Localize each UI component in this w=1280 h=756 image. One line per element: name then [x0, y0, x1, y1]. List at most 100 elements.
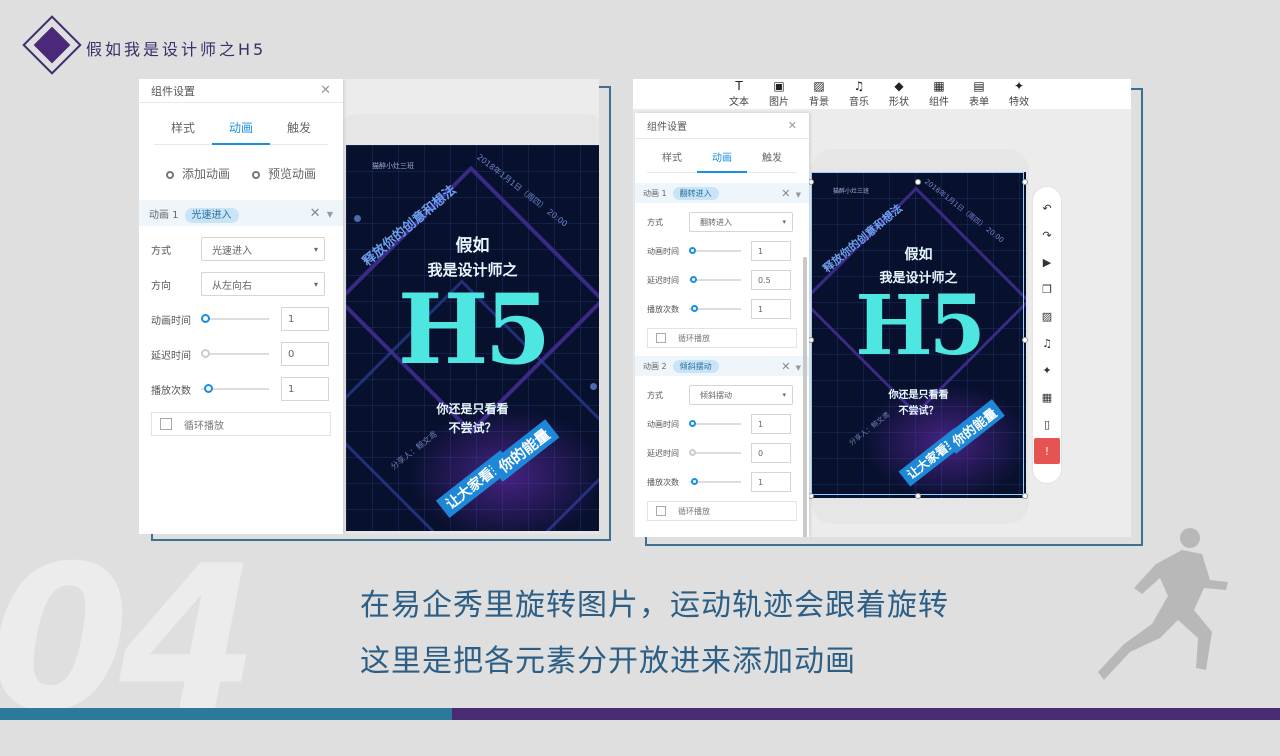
mode-value: 光速进入 — [212, 245, 252, 257]
delay-input[interactable]: 0 — [751, 443, 791, 463]
resize-handle[interactable] — [1022, 337, 1028, 343]
count-slider[interactable] — [689, 476, 741, 488]
toolbar-component-label: 组件 — [929, 97, 949, 108]
collapse-icon[interactable]: ▼ — [327, 210, 333, 219]
mode-row: 方式 倾斜摆动 ▾ — [635, 385, 809, 405]
delay-slider[interactable] — [201, 348, 269, 360]
duration-slider[interactable] — [689, 418, 741, 430]
count-label: 播放次数 — [151, 385, 191, 397]
alert-icon[interactable]: ! — [1034, 438, 1060, 464]
phone-icon[interactable]: ▯ — [1033, 411, 1061, 438]
poster-h5: H5 — [397, 273, 552, 386]
duration-slider[interactable] — [201, 313, 269, 325]
mode-select[interactable]: 倾斜摆动 ▾ — [689, 385, 793, 405]
delay-slider[interactable] — [689, 274, 741, 286]
duration-input[interactable]: 1 — [751, 241, 791, 261]
redo-icon[interactable]: ↷ — [1033, 222, 1061, 249]
count-label: 播放次数 — [647, 304, 679, 314]
remove-animation-icon[interactable]: ✕ — [781, 187, 790, 200]
remove-animation-icon[interactable]: ✕ — [310, 206, 321, 221]
resize-handle[interactable] — [915, 493, 921, 499]
count-row: 播放次数 1 — [635, 472, 809, 492]
loop-label: 循环播放 — [184, 420, 224, 432]
background-icon[interactable]: ▨ — [1033, 303, 1061, 330]
effects-icon: ✦ — [1013, 79, 1025, 93]
tab-style[interactable]: 样式 — [647, 149, 697, 173]
mode-select[interactable]: 光速进入 ▾ — [201, 237, 325, 261]
effects-icon[interactable]: ✦ — [1033, 357, 1061, 384]
resize-handle[interactable] — [1022, 493, 1028, 499]
close-icon[interactable]: ✕ — [320, 83, 331, 98]
delay-input[interactable]: 0 — [281, 342, 329, 366]
undo-icon[interactable]: ↶ — [1033, 195, 1061, 222]
chevron-down-icon: ▾ — [313, 279, 318, 289]
count-slider[interactable] — [201, 383, 269, 395]
poster-dot — [590, 383, 597, 390]
mode-value: 倾斜摆动 — [700, 390, 732, 400]
tab-trigger[interactable]: 触发 — [270, 119, 328, 145]
loop-checkbox[interactable]: 循环播放 — [151, 412, 331, 436]
count-input[interactable]: 1 — [751, 472, 791, 492]
grid-icon[interactable]: ▦ — [1033, 384, 1061, 411]
chevron-down-icon: ▾ — [782, 391, 786, 399]
duration-row: 动画时间 1 — [635, 414, 809, 434]
panel-scrollbar[interactable] — [803, 257, 807, 537]
count-label: 播放次数 — [647, 477, 679, 487]
toolbar-effects[interactable]: ✦ 特效 — [999, 79, 1039, 109]
loop-checkbox[interactable]: 循环播放 — [647, 328, 797, 348]
animation-2-header[interactable]: 动画 2 倾斜摆动 ✕ ▼ — [635, 356, 809, 376]
duration-slider[interactable] — [689, 245, 741, 257]
loop-checkbox[interactable]: 循环播放 — [647, 501, 797, 521]
direction-select[interactable]: 从左向右 ▾ — [201, 272, 325, 296]
count-input[interactable]: 1 — [281, 377, 329, 401]
close-icon[interactable]: ✕ — [788, 119, 797, 132]
play-icon[interactable]: ▶ — [1033, 249, 1061, 276]
toolbar-shape[interactable]: ◆ 形状 — [879, 79, 919, 109]
mode-label: 方式 — [151, 245, 171, 257]
toolbar-form[interactable]: ▤ 表单 — [959, 79, 999, 109]
direction-row: 方向 从左向右 ▾ — [139, 272, 343, 296]
count-input[interactable]: 1 — [751, 299, 791, 319]
toolbar-effects-label: 特效 — [1009, 97, 1029, 108]
delay-slider[interactable] — [689, 447, 741, 459]
animation-name-chip: 光速进入 — [184, 207, 239, 223]
duration-input[interactable]: 1 — [281, 307, 329, 331]
mode-value: 翻转进入 — [700, 217, 732, 227]
copy-icon[interactable]: ❐ — [1033, 276, 1061, 303]
direction-label: 方向 — [151, 280, 171, 292]
tab-animation[interactable]: 动画 — [697, 149, 747, 173]
background-icon: ▨ — [813, 79, 825, 93]
tab-animation[interactable]: 动画 — [212, 119, 270, 145]
animation-1-header[interactable]: 动画 1 翻转进入 ✕ ▼ — [635, 183, 809, 203]
animation-1-header[interactable]: 动画 1 光速进入 ✕ ▼ — [139, 200, 343, 226]
panel-tabs: 样式 动画 触发 — [635, 149, 809, 173]
poster-line3: 你还是只看看 — [436, 402, 509, 416]
page-title: 假如我是设计师之H5 — [86, 40, 267, 59]
collapse-icon[interactable]: ▼ — [796, 191, 801, 199]
toolbar-background[interactable]: ▨ 背景 — [799, 79, 839, 109]
selection-outline — [811, 172, 1024, 495]
loop-row: 循环播放 — [139, 412, 343, 436]
tab-trigger[interactable]: 触发 — [747, 149, 797, 173]
collapse-icon[interactable]: ▼ — [796, 364, 801, 372]
panel-header: 组件设置 ✕ — [635, 113, 809, 139]
count-row: 播放次数 1 — [635, 299, 809, 319]
toolbar-form-label: 表单 — [969, 97, 989, 108]
mode-select[interactable]: 翻转进入 ▾ — [689, 212, 793, 232]
preview-animation-button[interactable]: 预览动画 — [252, 165, 316, 182]
duration-input[interactable]: 1 — [751, 414, 791, 434]
tab-style[interactable]: 样式 — [154, 119, 212, 145]
resize-handle[interactable] — [1022, 179, 1028, 185]
remove-animation-icon[interactable]: ✕ — [781, 360, 790, 373]
toolbar-music[interactable]: ♫ 音乐 — [839, 79, 879, 109]
add-animation-button[interactable]: 添加动画 — [165, 165, 230, 182]
count-slider[interactable] — [689, 303, 741, 315]
toolbar-component[interactable]: ▦ 组件 — [919, 79, 959, 109]
toolbar-text[interactable]: T 文本 — [719, 79, 759, 109]
toolbar-image[interactable]: ▣ 图片 — [759, 79, 799, 109]
panel-tabs: 样式 动画 触发 — [139, 119, 343, 145]
delay-input[interactable]: 0.5 — [751, 270, 791, 290]
resize-handle[interactable] — [915, 179, 921, 185]
music-icon[interactable]: ♫ — [1033, 330, 1061, 357]
panel-title: 组件设置 — [647, 122, 687, 133]
